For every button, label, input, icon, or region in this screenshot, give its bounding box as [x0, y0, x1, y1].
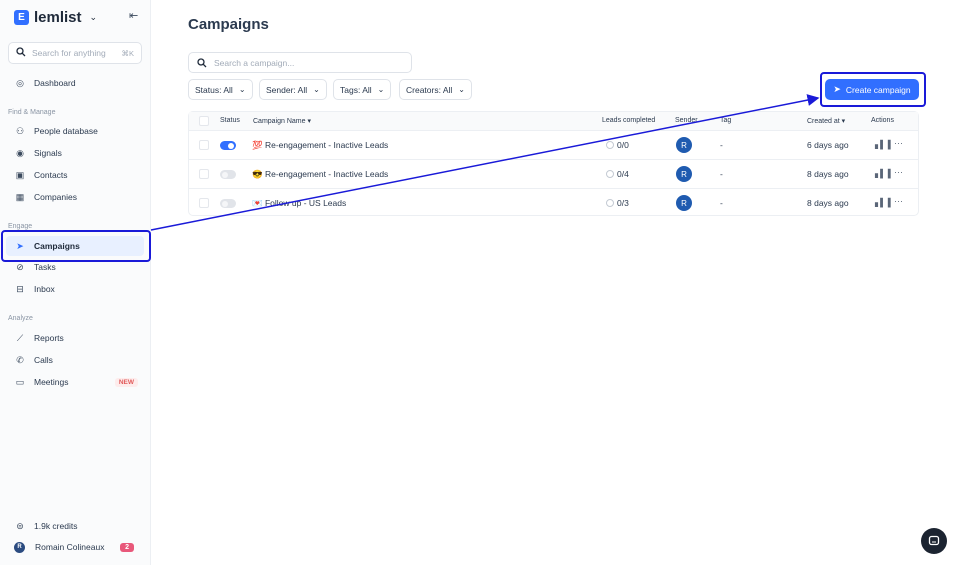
chat-support-icon[interactable]	[921, 528, 947, 554]
annotation-arrow	[150, 94, 820, 231]
